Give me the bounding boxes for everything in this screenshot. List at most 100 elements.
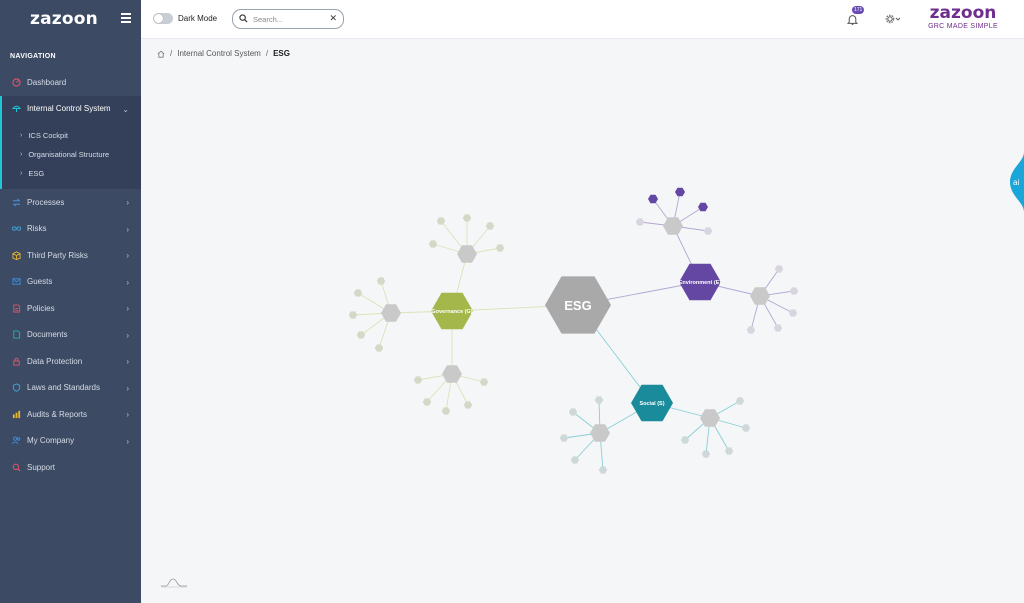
leaf-node[interactable] <box>735 397 745 405</box>
leaf-node[interactable] <box>648 194 658 204</box>
dark-mode-toggle[interactable] <box>153 13 173 24</box>
processes-icon <box>12 198 21 207</box>
notification-bell-icon[interactable] <box>847 14 858 25</box>
esg-center-label: ESG <box>564 298 591 313</box>
lock-icon <box>13 357 20 366</box>
sidebar-item-label: Third Party Risks <box>27 250 88 260</box>
sidebar-item-internal-control-system[interactable]: Internal Control System ⌄ <box>0 95 141 122</box>
sidebar-item-third-party-risks[interactable]: Third Party Risks › <box>0 242 141 269</box>
nav-list: Dashboard Internal Control System ⌄ › ICS… <box>0 69 141 481</box>
shield-icon <box>12 383 21 393</box>
leaf-node[interactable] <box>635 218 645 226</box>
leaf-node[interactable] <box>788 309 798 317</box>
leaf-node[interactable] <box>598 466 608 474</box>
leaf-node[interactable] <box>773 324 783 332</box>
dark-mode-label: Dark Mode <box>178 14 218 23</box>
leaf-node[interactable] <box>348 311 358 319</box>
app-logo[interactable]: zazoon <box>30 9 98 29</box>
sidebar-item-label: Dashboard <box>27 77 67 87</box>
nav-section-title: NAVIGATION <box>10 53 56 60</box>
sidebar-item-label: Risks <box>27 224 47 234</box>
leaf-node[interactable] <box>789 287 799 295</box>
sub-node[interactable] <box>381 304 401 322</box>
leaf-node[interactable] <box>675 187 685 197</box>
sidebar-item-label: Policies <box>27 303 55 313</box>
brand-name: zazoon <box>929 3 997 23</box>
leaf-node[interactable] <box>701 450 711 458</box>
sidebar-item-dashboard[interactable]: Dashboard <box>0 69 141 96</box>
subnav-label: ICS Cockpit <box>28 131 68 140</box>
sub-node[interactable] <box>750 287 770 305</box>
sidebar-item-my-company[interactable]: My Company › <box>0 428 141 455</box>
chevron-right-icon: › <box>20 170 23 177</box>
sidebar-item-label: Documents <box>27 330 68 340</box>
subnav-item-organisational-structure[interactable]: › Organisational Structure <box>2 145 141 164</box>
brand-tagline: GRC MADE SIMPLE <box>928 23 998 30</box>
subnav-item-esg[interactable]: › ESG <box>2 164 141 183</box>
settings-gear-icon[interactable] <box>885 14 901 24</box>
leaf-node[interactable] <box>441 407 451 415</box>
support-icon <box>12 463 21 472</box>
chevron-right-icon: › <box>126 224 129 234</box>
notification-badge: 171 <box>852 6 865 14</box>
chevron-right-icon: › <box>126 277 129 287</box>
toggle-knob <box>154 14 163 23</box>
sidebar-item-label: Processes <box>27 197 65 207</box>
leaf-node[interactable] <box>594 396 604 404</box>
leaf-node[interactable] <box>463 401 473 409</box>
leaf-node[interactable] <box>746 326 756 334</box>
leaf-node[interactable] <box>376 277 386 285</box>
chevron-right-icon: › <box>20 132 23 139</box>
esg-graph[interactable]: ESG Governance (G) Environment (E) Social (… <box>141 38 1024 603</box>
chevron-down-icon: ⌄ <box>122 104 129 114</box>
leaf-node[interactable] <box>559 434 569 442</box>
leaf-node[interactable] <box>724 447 734 455</box>
leaf-node[interactable] <box>495 244 505 252</box>
leaf-node[interactable] <box>703 227 713 235</box>
ics-subnav: › ICS Cockpit › Organisational Structure ›… <box>0 122 141 189</box>
ai-assistant-label[interactable]: ai <box>1013 178 1019 187</box>
sidebar-item-audits-reports[interactable]: Audits & Reports › <box>0 401 141 428</box>
leaf-node[interactable] <box>436 217 446 225</box>
leaf-node[interactable] <box>774 265 784 273</box>
minimap-icon[interactable] <box>160 576 188 588</box>
chevron-right-icon: › <box>126 383 129 393</box>
leaf-node[interactable] <box>374 344 384 352</box>
sub-node[interactable] <box>663 217 683 235</box>
umbrella-icon <box>12 106 21 113</box>
sidebar-item-label: Guests <box>27 277 53 287</box>
chevron-right-icon: › <box>126 410 129 419</box>
sub-node[interactable] <box>590 424 610 442</box>
subnav-item-ics-cockpit[interactable]: › ICS Cockpit <box>2 126 141 145</box>
sidebar-item-processes[interactable]: Processes › <box>0 189 141 216</box>
chevron-right-icon: › <box>126 357 129 366</box>
leaf-node[interactable] <box>479 378 489 386</box>
sub-node[interactable] <box>457 245 477 263</box>
leaf-node[interactable] <box>413 376 423 384</box>
leaf-node[interactable] <box>698 202 708 212</box>
chevron-right-icon: › <box>126 330 129 340</box>
brand-logo[interactable]: zazoon GRC MADE SIMPLE <box>921 4 1005 31</box>
leaf-node[interactable] <box>741 424 751 432</box>
sub-node[interactable] <box>442 365 462 383</box>
sidebar-item-policies[interactable]: Policies › <box>0 295 141 322</box>
sidebar-item-guests[interactable]: Guests › <box>0 269 141 296</box>
users-icon <box>12 436 21 445</box>
environment-label: Environment (E) <box>679 280 722 286</box>
sidebar-item-support[interactable]: Support <box>0 454 141 481</box>
sidebar-item-data-protection[interactable]: Data Protection › <box>0 348 141 375</box>
search-input[interactable] <box>251 12 331 27</box>
leaf-node[interactable] <box>462 214 472 222</box>
leaf-node[interactable] <box>485 222 495 230</box>
clear-search-icon[interactable]: ✕ <box>329 13 337 24</box>
topbar: Dark Mode ✕ 171 zazoon GRC MADE SIMPLE <box>141 0 1024 39</box>
sidebar-item-laws-and-standards[interactable]: Laws and Standards › <box>0 375 141 402</box>
leaf-node[interactable] <box>353 289 363 297</box>
search-icon <box>239 14 248 23</box>
leaf-node[interactable] <box>428 240 438 248</box>
leaf-node[interactable] <box>422 398 432 406</box>
sidebar-item-risks[interactable]: Risks › <box>0 216 141 243</box>
sidebar-item-documents[interactable]: Documents › <box>0 322 141 349</box>
social-label: Social (S) <box>639 401 664 407</box>
menu-toggle-icon[interactable] <box>121 13 131 23</box>
